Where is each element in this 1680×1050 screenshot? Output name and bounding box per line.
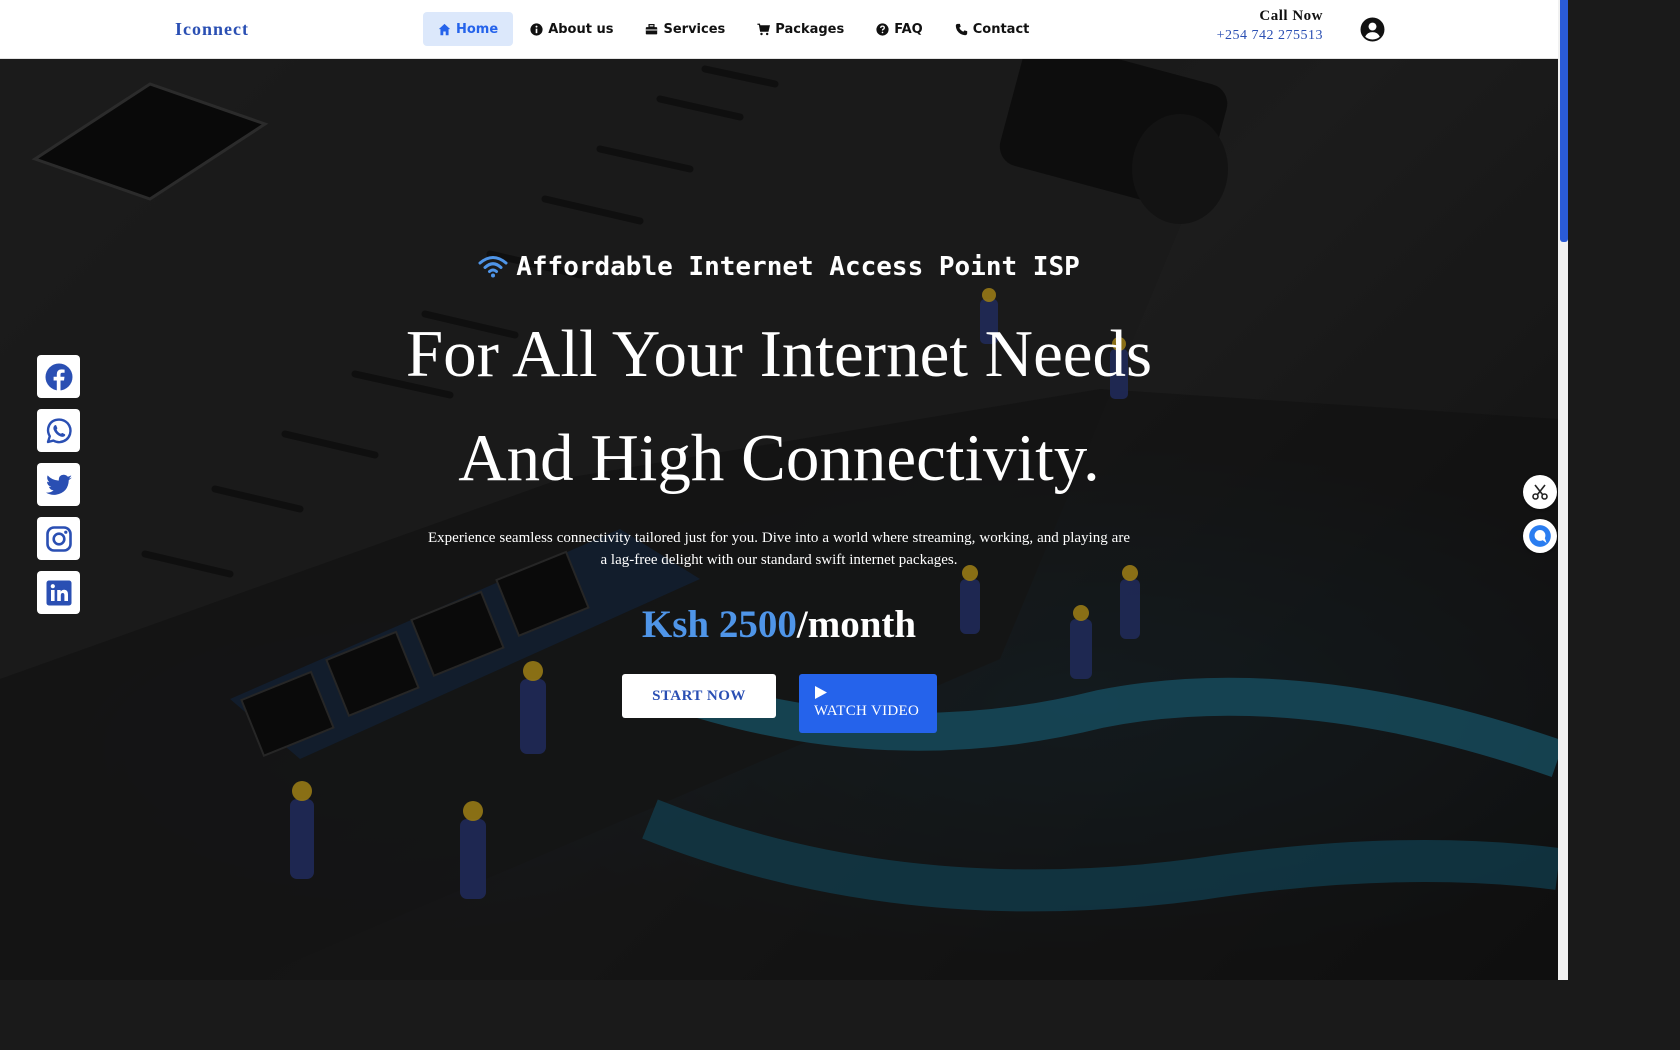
chat-icon [1529,525,1551,547]
linkedin-button[interactable] [37,571,80,614]
wifi-icon [478,256,508,278]
start-now-button[interactable]: START NOW [622,674,776,718]
hero-overlay [0,59,1558,980]
twitter-button[interactable] [37,463,80,506]
question-icon [876,22,889,36]
social-sidebar [37,355,80,614]
nav-packages[interactable]: Packages [742,12,859,46]
linkedin-icon [46,580,71,605]
facebook-icon [45,363,72,391]
twitter-icon [45,474,72,495]
call-now-block[interactable]: Call Now +254 742 275513 [1217,8,1323,44]
nav-about[interactable]: About us [515,12,628,46]
nav-contact-label: Contact [972,21,1030,37]
instagram-icon [45,525,72,552]
nav-services[interactable]: Services [630,12,740,46]
chat-button[interactable] [1523,519,1557,553]
services-icon [646,23,658,34]
facebook-button[interactable] [37,355,80,398]
nav-about-label: About us [548,21,614,37]
page-scrollbar-thumb[interactable] [1560,0,1568,242]
hero-headline-line1: For All Your Internet Needs [405,317,1153,391]
hero-description: Experience seamless connectivity tailore… [428,530,1130,568]
call-now-label: Call Now [1259,8,1323,24]
whatsapp-icon [46,417,72,443]
user-circle-icon[interactable] [1360,17,1385,42]
cart-icon [757,23,771,35]
nav-contact[interactable]: Contact [940,12,1045,46]
call-number[interactable]: +254 742 275513 [1217,28,1323,44]
info-icon [530,22,543,36]
site-header: Iconnect Home About us Services Packages… [0,0,1558,59]
whatsapp-button[interactable] [37,409,80,452]
nav-packages-label: Packages [775,21,845,37]
instagram-button[interactable] [37,517,80,560]
phone-icon [955,23,967,35]
hero-section [0,59,1558,980]
hero-tagline-text: Affordable Internet Access Point ISP [516,252,1080,282]
watch-video-button[interactable]: WATCH VIDEO [799,674,937,733]
watch-video-label: WATCH VIDEO [814,703,920,719]
nav-faq[interactable]: FAQ [861,12,938,46]
hero-price: Ksh 2500/month [0,602,1558,647]
scissors-icon [1532,484,1548,500]
price-amount: Ksh 2500 [641,603,797,646]
play-icon [815,686,827,699]
nav-home[interactable]: Home [423,12,514,46]
nav-home-label: Home [456,21,499,37]
hero-headline-line2: And High Connectivity. [458,421,1100,495]
scissors-button[interactable] [1523,475,1557,509]
main-nav: Home About us Services Packages FAQ Cont… [423,12,1046,46]
brand-logo[interactable]: Iconnect [175,19,249,40]
price-period: /month [796,603,917,646]
nav-faq-label: FAQ [894,21,923,37]
nav-services-label: Services [663,21,726,37]
hero-tagline: Affordable Internet Access Point ISP [0,252,1558,282]
home-icon [438,23,451,35]
